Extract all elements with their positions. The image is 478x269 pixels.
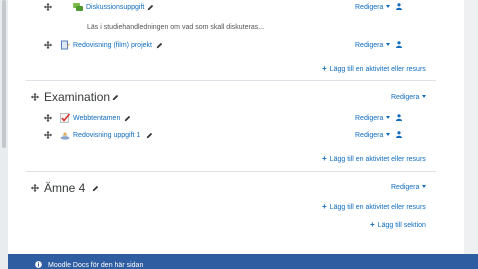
edit-title-pencil-icon[interactable] bbox=[156, 42, 163, 49]
section-title-examination[interactable]: Examination bbox=[44, 90, 110, 104]
edit-title-pencil-icon[interactable] bbox=[146, 132, 153, 139]
activity-description: Läs i studiehandledningen om vad som ska… bbox=[87, 24, 265, 31]
edit-menu-section-examination[interactable]: Redigera bbox=[391, 94, 427, 101]
activity-link-redovisning-uppgift-1[interactable]: Redovisning uppgift 1 bbox=[73, 132, 140, 139]
plus-icon: + bbox=[322, 154, 327, 163]
edit-menu-section-amne-4[interactable]: Redigera bbox=[391, 184, 427, 191]
move-handle-icon[interactable] bbox=[44, 3, 52, 11]
section-divider bbox=[26, 80, 436, 81]
move-handle-icon[interactable] bbox=[44, 114, 52, 122]
edit-section-title-pencil-icon[interactable] bbox=[112, 94, 119, 101]
plus-icon: + bbox=[322, 64, 327, 73]
assign-roles-person-icon[interactable] bbox=[396, 114, 402, 121]
section-divider bbox=[26, 171, 436, 172]
edit-menu-diskussionsuppgift[interactable]: Redigera bbox=[355, 4, 391, 11]
forum-icon bbox=[73, 2, 83, 12]
activity-link-webbtentamen[interactable]: Webbtentamen bbox=[73, 115, 120, 122]
move-section-icon[interactable] bbox=[31, 184, 39, 192]
edit-menu-webbtentamen[interactable]: Redigera bbox=[355, 115, 391, 122]
info-icon bbox=[35, 261, 42, 268]
activity-link-redovisning-film[interactable]: Redovisning (film) projekt bbox=[73, 42, 152, 49]
assignment-icon bbox=[60, 130, 70, 140]
edit-title-pencil-icon[interactable] bbox=[147, 4, 154, 11]
move-section-icon[interactable] bbox=[31, 93, 39, 101]
scrollbar-thumb[interactable] bbox=[2, 0, 6, 148]
assignment-icon bbox=[60, 40, 70, 50]
plus-icon: + bbox=[370, 220, 375, 229]
move-handle-icon[interactable] bbox=[44, 41, 52, 49]
edit-title-pencil-icon[interactable] bbox=[124, 115, 131, 122]
section-title-amne-4[interactable]: Ämne 4 bbox=[44, 181, 85, 195]
add-activity-link[interactable]: + Lägg till en aktivitet eller resurs bbox=[322, 202, 426, 211]
edit-menu-redovisning-uppgift-1[interactable]: Redigera bbox=[355, 132, 391, 139]
left-scrollbar[interactable] bbox=[0, 0, 8, 269]
add-activity-link[interactable]: + Lägg till en aktivitet eller resurs bbox=[322, 64, 426, 73]
moodle-docs-link[interactable]: Moodle Docs för den här sidan bbox=[48, 262, 143, 269]
assign-roles-person-icon[interactable] bbox=[396, 41, 402, 48]
edit-menu-redovisning-film[interactable]: Redigera bbox=[355, 42, 391, 49]
add-section-link[interactable]: + Lägg till sektion bbox=[370, 220, 426, 229]
activity-link-diskussionsuppgift[interactable]: Diskussionsuppgift bbox=[86, 4, 144, 11]
assign-roles-person-icon[interactable] bbox=[396, 3, 402, 10]
edit-section-title-pencil-icon[interactable] bbox=[92, 185, 99, 192]
quiz-icon bbox=[60, 113, 70, 123]
assign-roles-person-icon[interactable] bbox=[396, 131, 402, 138]
add-activity-link[interactable]: + Lägg till en aktivitet eller resurs bbox=[322, 154, 426, 163]
move-handle-icon[interactable] bbox=[44, 131, 52, 139]
plus-icon: + bbox=[322, 202, 327, 211]
right-panel-edge bbox=[464, 0, 478, 269]
